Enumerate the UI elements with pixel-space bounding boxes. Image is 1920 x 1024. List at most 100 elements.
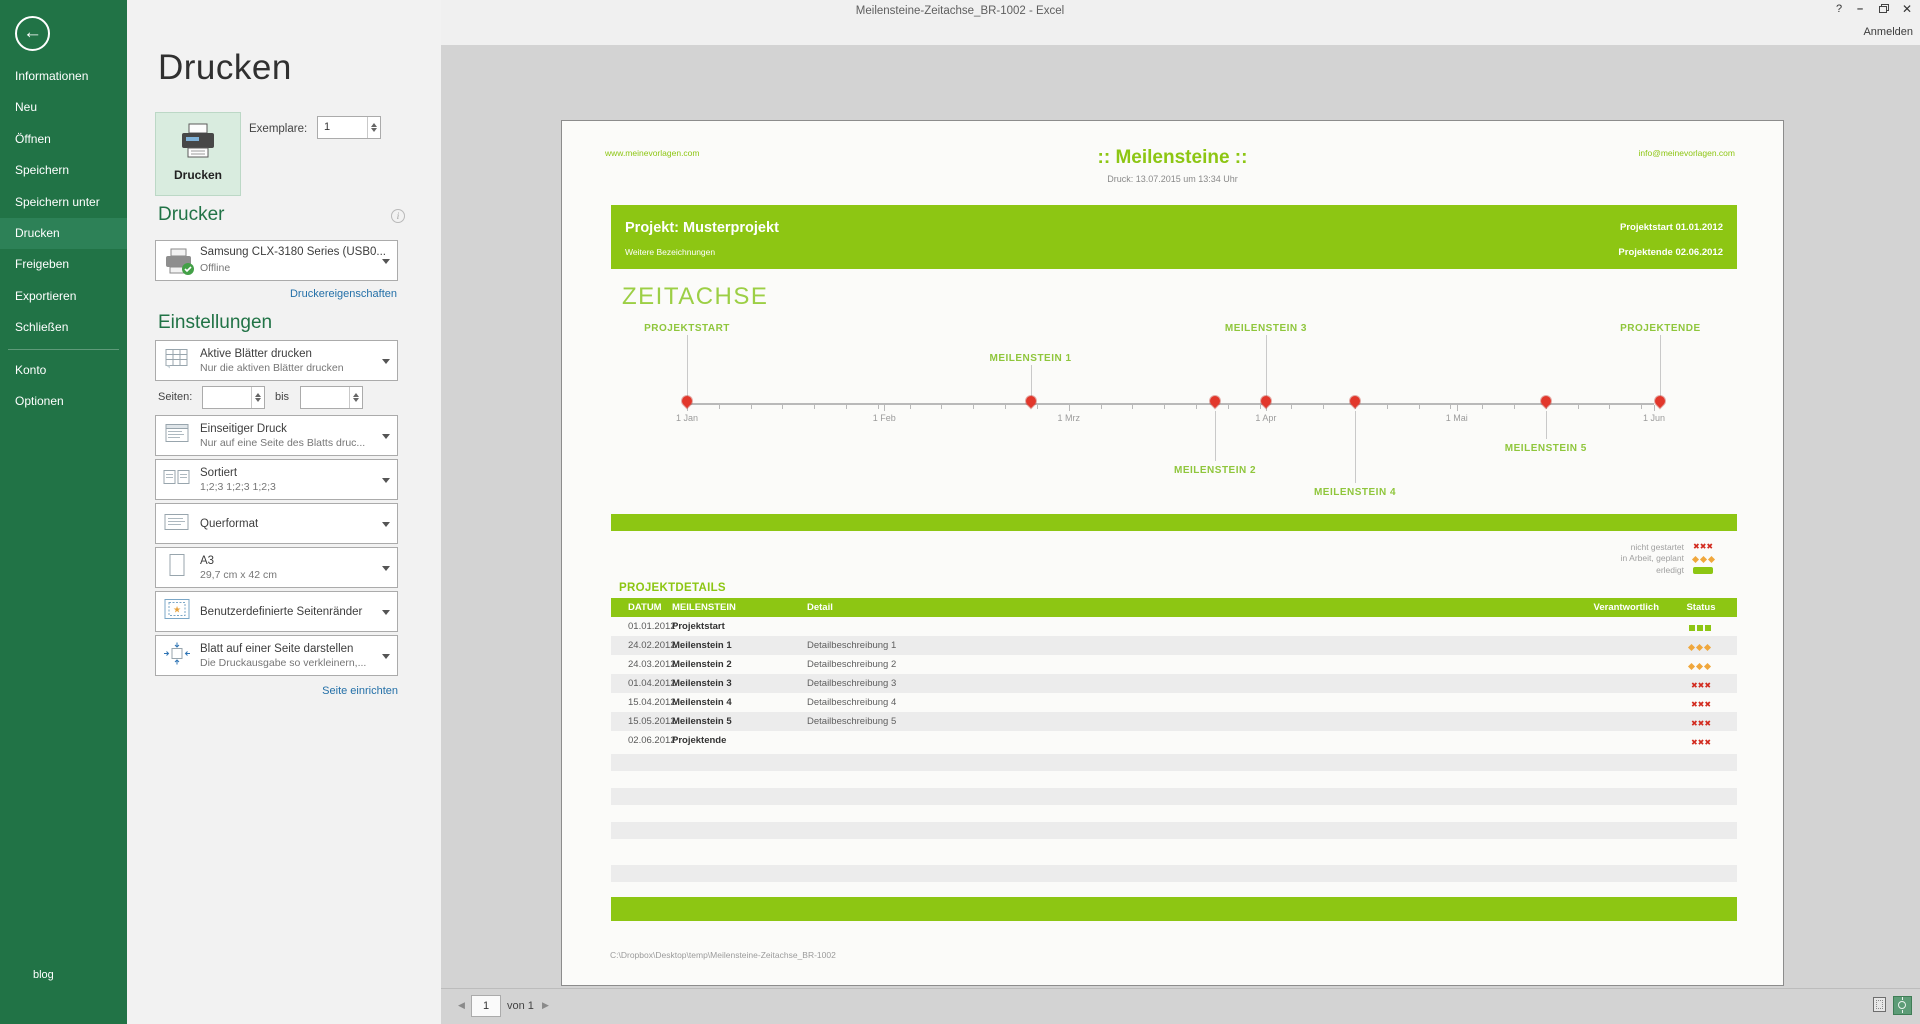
status-notstarted-icon: ✖✖✖ <box>1690 699 1712 709</box>
cell-date: 02.06.2012 <box>628 735 676 746</box>
timeline-minor-tick <box>973 405 975 409</box>
setting-dropdown-collate[interactable]: Sortiert 1;2;3 1;2;3 1;2;3 <box>155 459 398 500</box>
pages-from-up-arrow[interactable] <box>252 387 265 398</box>
setting-dropdown-duplex[interactable]: Einseitiger Druck Nur auf eine Seite des … <box>155 415 398 456</box>
table-header-row: DATUM MEILENSTEIN Detail Verantwortlich Stat… <box>611 598 1737 617</box>
milestone-label: PROJEKTSTART <box>644 323 730 334</box>
sidebar-item-neu[interactable]: Neu <box>0 92 127 123</box>
zoom-to-page-toggle-icon[interactable] <box>1893 996 1912 1015</box>
settings-section-title: Einstellungen <box>158 312 273 333</box>
printer-properties-link[interactable]: Druckereigenschaften <box>290 288 397 300</box>
setting-dropdown-landscape[interactable]: Querformat <box>155 503 398 544</box>
copies-value[interactable]: 1 <box>324 117 365 138</box>
chevron-down-icon <box>382 609 390 619</box>
sidebar-item-konto[interactable]: Konto <box>0 355 127 386</box>
minimize-button[interactable]: – <box>1851 2 1869 17</box>
copies-up-arrow[interactable] <box>368 117 381 128</box>
details-section-title: PROJEKTDETAILS <box>619 582 726 594</box>
copies-stepper[interactable]: 1 <box>317 116 381 139</box>
setting-dropdown-sheet[interactable]: Aktive Blätter drucken Nur die aktiven Bl… <box>155 340 398 381</box>
sidebar-item-freigeben[interactable]: Freigeben <box>0 249 127 280</box>
sign-in-link[interactable]: Anmelden <box>1863 26 1913 38</box>
setting-dropdown-paper[interactable]: A3 29,7 cm x 42 cm <box>155 547 398 588</box>
pages-to-up-arrow[interactable] <box>350 387 363 398</box>
show-margins-toggle-icon[interactable] <box>1871 996 1889 1014</box>
legend-row: erledigt <box>1621 564 1717 576</box>
copies-down-arrow[interactable] <box>368 127 381 139</box>
status-notstarted-icon: ✖✖✖ <box>1690 680 1712 690</box>
cell-date: 15.04.2012 <box>628 697 676 708</box>
pages-to-down-arrow[interactable] <box>350 397 363 409</box>
landscape-icon <box>162 510 192 537</box>
pages-to-value[interactable] <box>307 387 347 408</box>
sidebar-divider <box>8 348 119 350</box>
chevron-down-icon <box>382 358 390 368</box>
timeline-month-label: 1 Jun <box>1642 413 1666 423</box>
printer-select[interactable]: Samsung CLX-3180 Series (USB0... Offline <box>155 240 398 281</box>
back-button[interactable]: ← <box>15 16 50 51</box>
cell-date: 01.04.2012 <box>628 678 676 689</box>
timeline-month-label: 1 Apr <box>1255 413 1277 423</box>
page-number-input[interactable]: 1 <box>471 995 501 1017</box>
column-header: Verantwortlich <box>1593 602 1659 613</box>
sidebar-item-schlieen[interactable]: Schließen <box>0 312 127 343</box>
doc-file-path: C:\Dropbox\Desktop\temp\Meilensteine-Zei… <box>610 950 836 960</box>
setting-title: Querformat <box>200 517 259 530</box>
chevron-down-icon <box>382 521 390 531</box>
pages-to-label: bis <box>275 391 290 403</box>
chevron-down-icon <box>382 565 390 575</box>
status-notstarted-icon: ✖✖✖ <box>1690 737 1712 747</box>
previous-page-button[interactable]: ◀ <box>458 1000 465 1011</box>
sidebar-item-informationen[interactable]: Informationen <box>0 61 127 92</box>
milestone-label: MEILENSTEIN 5 <box>1504 443 1587 454</box>
project-details-table: DATUM MEILENSTEIN Detail Verantwortlich Stat… <box>611 598 1737 750</box>
sidebar-item-optionen[interactable]: Optionen <box>0 386 127 417</box>
sidebar-item-drucken[interactable]: Drucken <box>0 217 127 250</box>
pages-from-down-arrow[interactable] <box>252 397 265 409</box>
pages-to-stepper[interactable] <box>300 386 363 409</box>
cell-status: ✖✖✖ <box>1665 713 1737 731</box>
sidebar-item-speichern[interactable]: Speichern <box>0 155 127 186</box>
timeline-month-tick <box>1654 405 1655 411</box>
sidebar-menu: Informationen Neu Öffnen Speichern Speichern… <box>0 61 127 417</box>
timeline-axis <box>687 403 1654 405</box>
printer-name: Samsung CLX-3180 Series (USB0... <box>200 246 387 258</box>
blog-link[interactable]: blog <box>33 969 54 981</box>
timeline-minor-tick <box>941 405 943 409</box>
print-button[interactable]: Drucken <box>155 112 241 196</box>
setting-title: Einseitiger Druck <box>200 422 287 435</box>
close-button[interactable]: ✕ <box>1898 2 1916 17</box>
timeline-minor-tick <box>750 405 752 409</box>
excel-backstage-print: Meilensteine-Zeitachse_BR-1002 - Excel ?… <box>0 0 1920 1024</box>
duplex-icon <box>162 422 192 449</box>
setting-subtitle: Nur die aktiven Blätter drucken <box>200 361 344 374</box>
cell-milestone: Meilenstein 5 <box>672 716 732 727</box>
cell-status: ✖✖✖ <box>1665 732 1737 750</box>
restore-button[interactable] <box>1874 2 1892 17</box>
sidebar-item-exportieren[interactable]: Exportieren <box>0 281 127 312</box>
next-page-button[interactable]: ▶ <box>542 1000 549 1011</box>
milestone-leader-line <box>1030 365 1032 397</box>
sidebar-item-ffnen[interactable]: Öffnen <box>0 124 127 155</box>
milestone-marker-icon <box>1347 393 1363 409</box>
timeline-minor-tick <box>1132 405 1134 409</box>
timeline-minor-tick <box>1386 405 1388 409</box>
sidebar-item-speichernunter[interactable]: Speichern unter <box>0 187 127 218</box>
timeline-month-label: 1 Mrz <box>1057 413 1080 423</box>
collate-icon <box>162 466 192 493</box>
timeline-minor-tick <box>846 405 848 409</box>
doc-print-info: Druck: 13.07.2015 um 13:34 Uhr <box>1107 174 1238 184</box>
info-icon[interactable]: i <box>391 209 405 223</box>
setting-dropdown-margins[interactable]: ★ Benutzerdefinierte Seitenränder <box>155 591 398 632</box>
setting-dropdown-scale[interactable]: Blatt auf einer Seite darstellen Die Druc… <box>155 635 398 676</box>
page-setup-link[interactable]: Seite einrichten <box>155 685 398 697</box>
timeline-minor-tick <box>909 405 911 409</box>
pages-from-stepper[interactable] <box>202 386 265 409</box>
pages-from-value[interactable] <box>209 387 249 408</box>
setting-subtitle: Die Druckausgabe so verkleinern,... <box>200 656 367 669</box>
milestone-marker-icon <box>1023 393 1038 409</box>
help-button[interactable]: ? <box>1830 2 1848 17</box>
preview-bottom-bar: ◀ 1 von 1 ▶ <box>441 988 1920 1024</box>
cell-status: ✖✖✖ <box>1665 694 1737 712</box>
timeline-minor-tick <box>718 405 720 409</box>
